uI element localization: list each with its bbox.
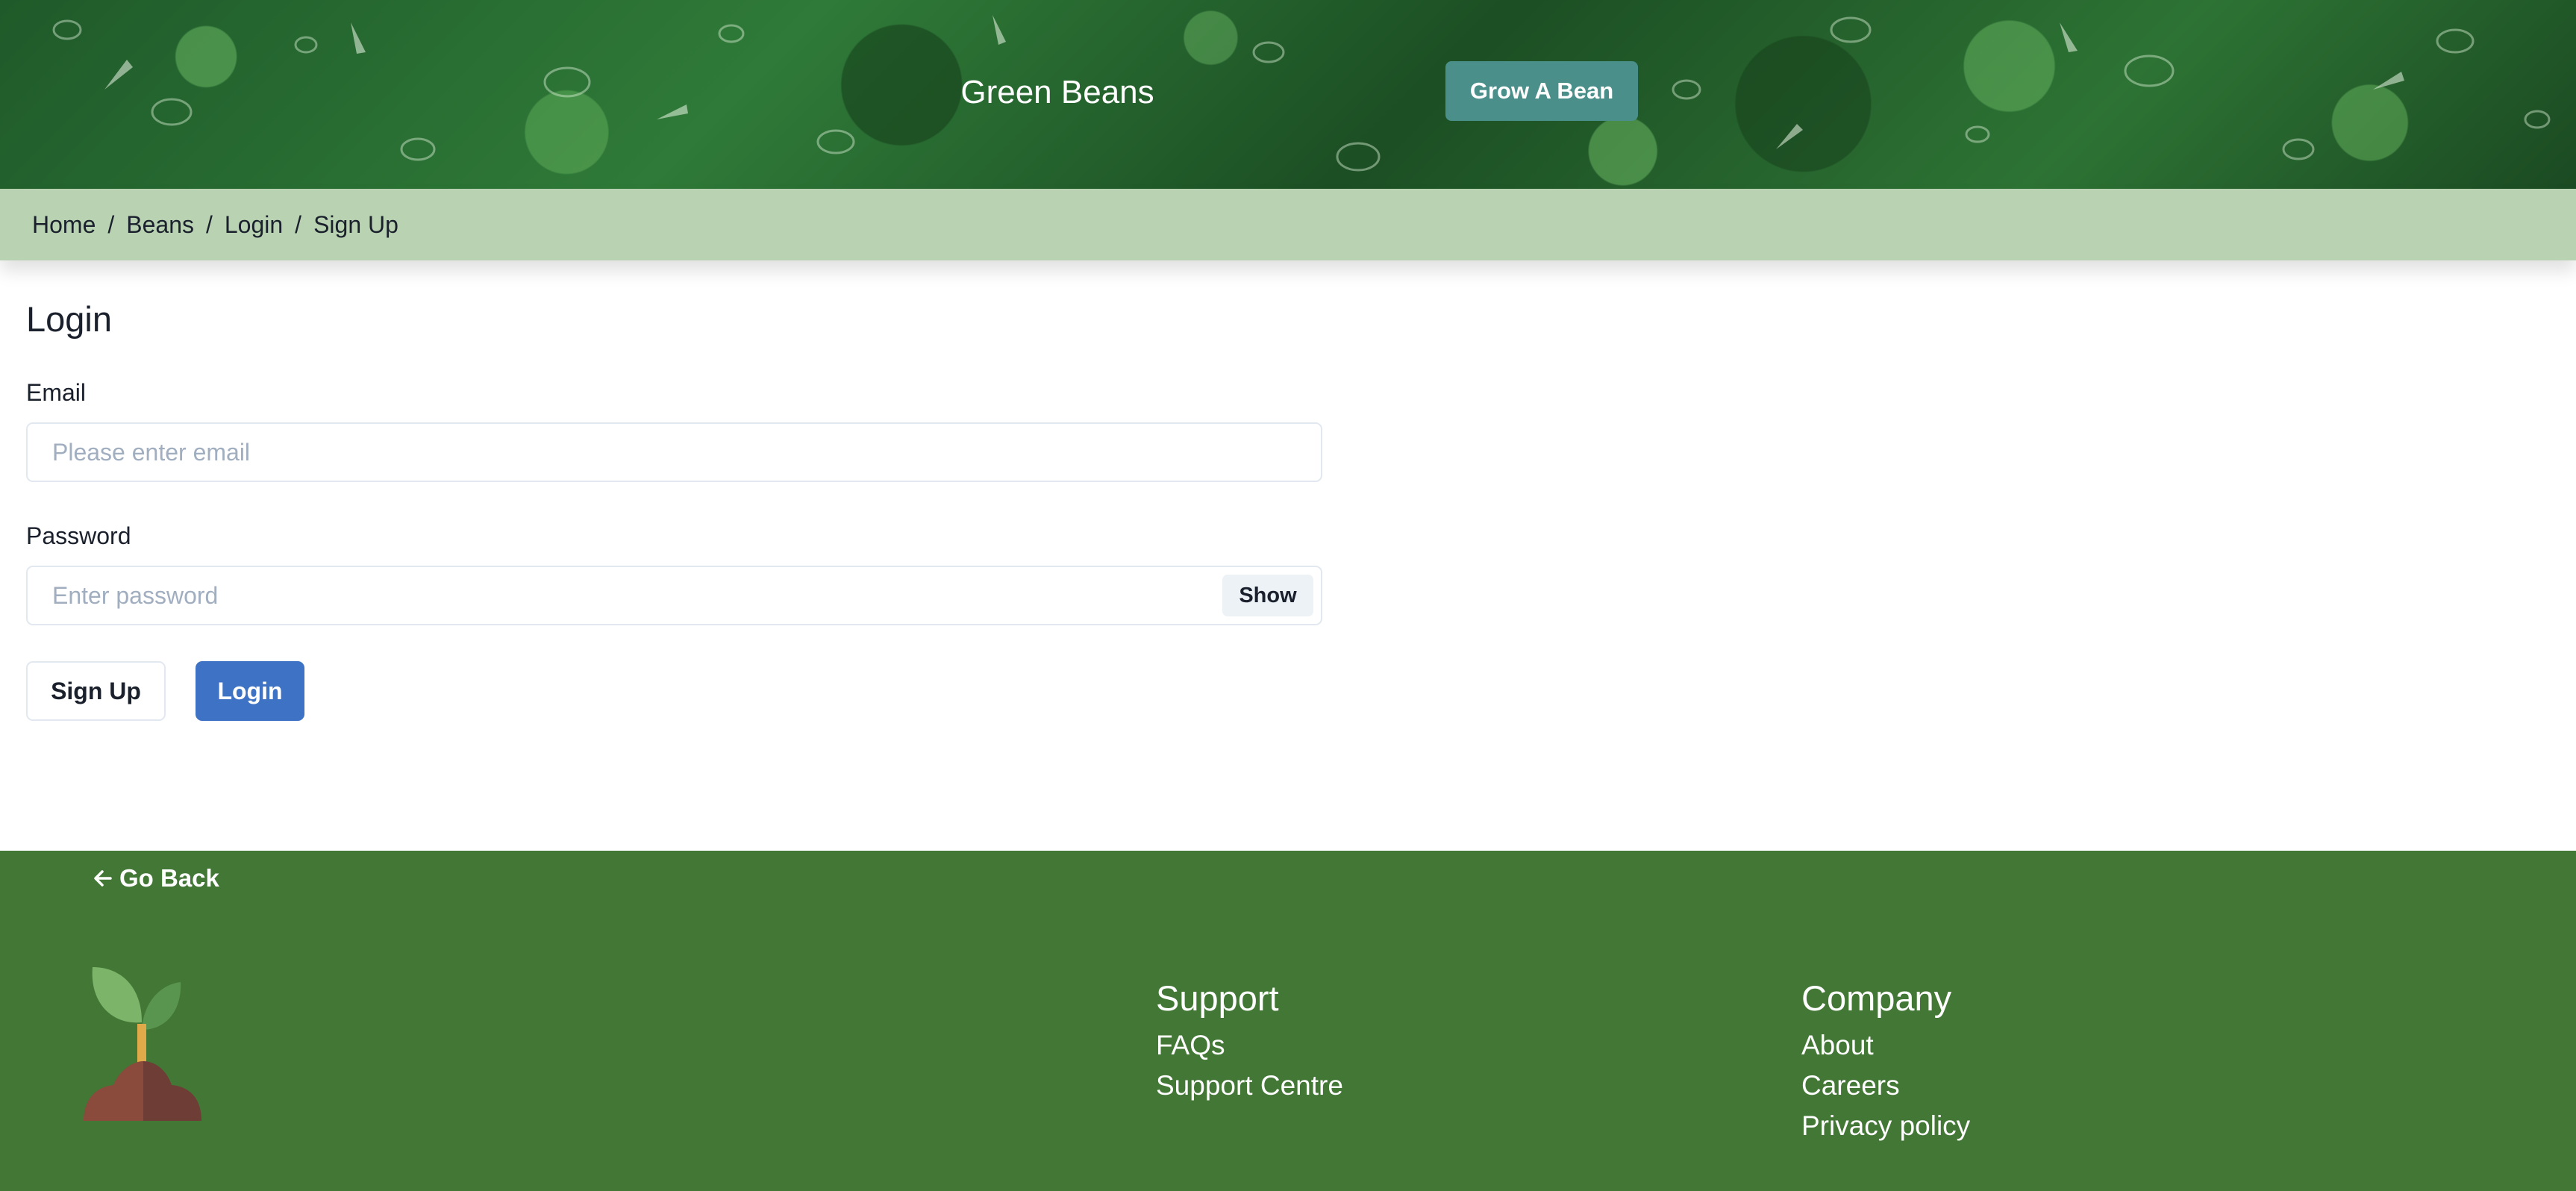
breadcrumb-home[interactable]: Home <box>32 211 96 239</box>
sprout-icon <box>84 967 201 1121</box>
sign-up-button[interactable]: Sign Up <box>26 661 166 721</box>
go-back-link[interactable]: Go Back <box>93 864 219 893</box>
support-heading: Support <box>1156 978 1279 1018</box>
password-field[interactable]: Enter password Show <box>26 566 1322 625</box>
email-field[interactable]: Please enter email <box>26 422 1322 482</box>
company-heading: Company <box>1801 978 1952 1018</box>
about-link[interactable]: About <box>1801 1025 1970 1066</box>
footer-company-column: Company About Careers Privacy policy <box>1801 976 1970 1146</box>
support-centre-link[interactable]: Support Centre <box>1156 1066 1343 1106</box>
password-placeholder: Enter password <box>52 581 219 609</box>
footer-support-column: Support FAQs Support Centre <box>1156 976 1343 1106</box>
breadcrumb-separator: / <box>295 210 302 238</box>
privacy-policy-link[interactable]: Privacy policy <box>1801 1106 1970 1146</box>
breadcrumb-login[interactable]: Login <box>225 211 283 239</box>
careers-link[interactable]: Careers <box>1801 1066 1970 1106</box>
breadcrumb-beans[interactable]: Beans <box>126 211 194 239</box>
breadcrumb-sign-up[interactable]: Sign Up <box>313 211 398 239</box>
go-back-label: Go Back <box>119 864 219 892</box>
login-button[interactable]: Login <box>196 661 304 721</box>
site-header: Green Beans Grow A Bean <box>0 0 2576 189</box>
password-label: Password <box>26 522 131 549</box>
breadcrumb: Home / Beans / Login / Sign Up <box>0 189 2576 260</box>
email-label: Email <box>26 379 87 406</box>
show-password-button[interactable]: Show <box>1222 575 1313 616</box>
breadcrumb-separator: / <box>205 210 213 238</box>
water-drops-background <box>52 15 2551 172</box>
site-footer: Go Back Support FAQs Support Centre Comp… <box>0 851 2576 1191</box>
page-title: Login <box>26 299 112 339</box>
breadcrumb-separator: / <box>107 210 115 238</box>
site-title: Green Beans <box>960 74 1154 110</box>
email-placeholder: Please enter email <box>52 438 251 466</box>
arrow-left-icon <box>94 870 112 887</box>
grow-a-bean-button[interactable]: Grow A Bean <box>1445 61 1638 121</box>
faqs-link[interactable]: FAQs <box>1156 1025 1343 1066</box>
